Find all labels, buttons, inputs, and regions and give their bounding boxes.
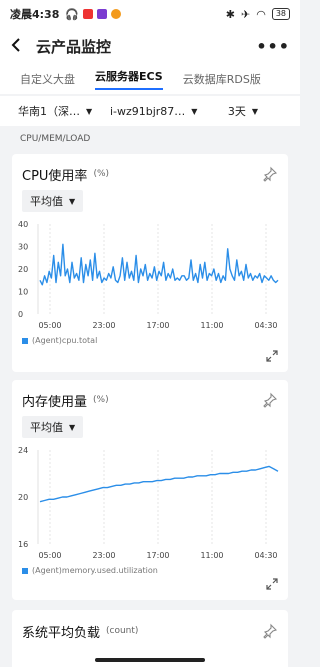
card-unit: (%) — [93, 169, 110, 179]
x-tick-label: 11:00 — [200, 321, 223, 330]
caret-down-icon: ▼ — [86, 106, 93, 116]
y-tick-label: 30 — [18, 243, 28, 252]
card-title: 系统平均负载 — [22, 625, 101, 641]
y-tick-label: 40 — [18, 220, 28, 229]
y-tick-label: 24 — [18, 446, 28, 455]
card-unit: (%) — [93, 395, 109, 405]
x-tick-label: 05:00 — [38, 321, 61, 330]
app-notification-icon — [111, 9, 122, 19]
back-icon[interactable] — [10, 36, 32, 57]
expand-icon[interactable] — [266, 350, 278, 362]
card-unit: (count) — [106, 626, 139, 636]
battery-icon: 38 — [271, 8, 290, 20]
more-icon[interactable]: ••• — [256, 37, 290, 56]
page-title: 云产品监控 — [36, 37, 112, 56]
cpu-chart-card: CPU使用率 (%) 平均值 ▼ 40 30 20 10 0 05:00 23:00 17:0… — [12, 154, 288, 372]
y-tick-label: 10 — [18, 288, 28, 297]
x-tick-label: 17:00 — [146, 321, 169, 330]
region-select[interactable]: 华南1（深… ▼ — [18, 103, 110, 119]
section-label: CPU/MEM/LOAD — [20, 134, 91, 144]
bluetooth-icon: ✱ — [225, 7, 235, 21]
aggregation-value: 平均值 — [30, 421, 63, 434]
expand-icon[interactable] — [266, 578, 278, 590]
nav-bar: 云产品监控 ••• — [0, 28, 300, 64]
aggregation-select[interactable]: 平均值 ▼ — [22, 190, 84, 212]
y-tick-label: 20 — [18, 493, 28, 502]
caret-down-icon: ▼ — [69, 422, 76, 432]
status-time: 凌晨4:38 — [10, 8, 60, 21]
tab-rds[interactable]: 云数据库RDS版 — [183, 71, 261, 87]
tab-bar: 自定义大盘 云服务器ECS 云数据库RDS版 — [0, 64, 300, 94]
x-tick-label: 23:00 — [92, 321, 115, 330]
airplane-mode-icon: ✈ — [240, 7, 251, 21]
legend-label: (Agent)memory.used.utilization — [32, 566, 158, 575]
memory-chart-card: 内存使用量 (%) 平均值 ▼ 24 20 16 05:00 23:00 17:00 11:… — [12, 380, 288, 600]
filter-bar: 华南1（深… ▼ i-wz91bjr87… ▼ 3天 ▼ — [0, 96, 300, 126]
x-tick-label: 04:30 — [254, 551, 277, 560]
app-notification-icon — [83, 9, 94, 19]
legend-swatch — [22, 567, 28, 574]
instance-select[interactable]: i-wz91bjr87… ▼ — [110, 105, 228, 118]
time-range-select[interactable]: 3天 ▼ — [228, 103, 258, 119]
pin-icon[interactable] — [262, 623, 278, 639]
tab-custom-dashboard[interactable]: 自定义大盘 — [20, 71, 75, 87]
caret-down-icon: ▼ — [69, 196, 76, 206]
y-tick-label: 0 — [18, 310, 23, 319]
card-title: 内存使用量 — [22, 394, 88, 410]
x-tick-label: 11:00 — [200, 551, 223, 560]
chart-legend: (Agent)cpu.total — [12, 336, 288, 345]
status-bar: 凌晨4:38 🎧 ✱ ✈ ◠ 38 — [0, 0, 300, 28]
caret-down-icon: ▼ — [251, 106, 258, 116]
cpu-line-chart: 40 30 20 10 0 05:00 23:00 17:00 11:00 04:30 — [18, 220, 279, 330]
app-notification-icon — [97, 9, 108, 19]
memory-line-chart: 24 20 16 05:00 23:00 17:00 11:00 04:30 — [18, 446, 279, 560]
x-tick-label: 05:00 — [38, 551, 61, 560]
x-tick-label: 04:30 — [254, 321, 277, 330]
card-title: CPU使用率 — [22, 168, 88, 184]
time-range-value: 3天 — [227, 105, 246, 118]
pin-icon[interactable] — [262, 166, 278, 182]
x-tick-label: 17:00 — [146, 551, 169, 560]
region-select-value: 华南1（深… — [18, 105, 80, 118]
tab-ecs[interactable]: 云服务器ECS — [95, 68, 163, 90]
series-line — [39, 465, 279, 503]
home-indicator[interactable] — [95, 658, 205, 662]
x-tick-label: 23:00 — [92, 551, 115, 560]
caret-down-icon: ▼ — [191, 106, 198, 116]
y-tick-label: 20 — [18, 265, 28, 274]
y-tick-label: 16 — [18, 540, 28, 549]
legend-label: (Agent)cpu.total — [32, 336, 98, 345]
headphones-icon: 🎧 — [65, 7, 80, 21]
aggregation-select[interactable]: 平均值 ▼ — [22, 416, 84, 438]
aggregation-value: 平均值 — [30, 195, 63, 208]
pin-icon[interactable] — [262, 392, 278, 408]
legend-swatch — [22, 337, 28, 344]
instance-select-value: i-wz91bjr87… — [109, 104, 186, 118]
wifi-icon: ◠ — [256, 7, 266, 21]
series-line — [39, 243, 279, 286]
chart-legend: (Agent)memory.used.utilization — [12, 566, 288, 575]
